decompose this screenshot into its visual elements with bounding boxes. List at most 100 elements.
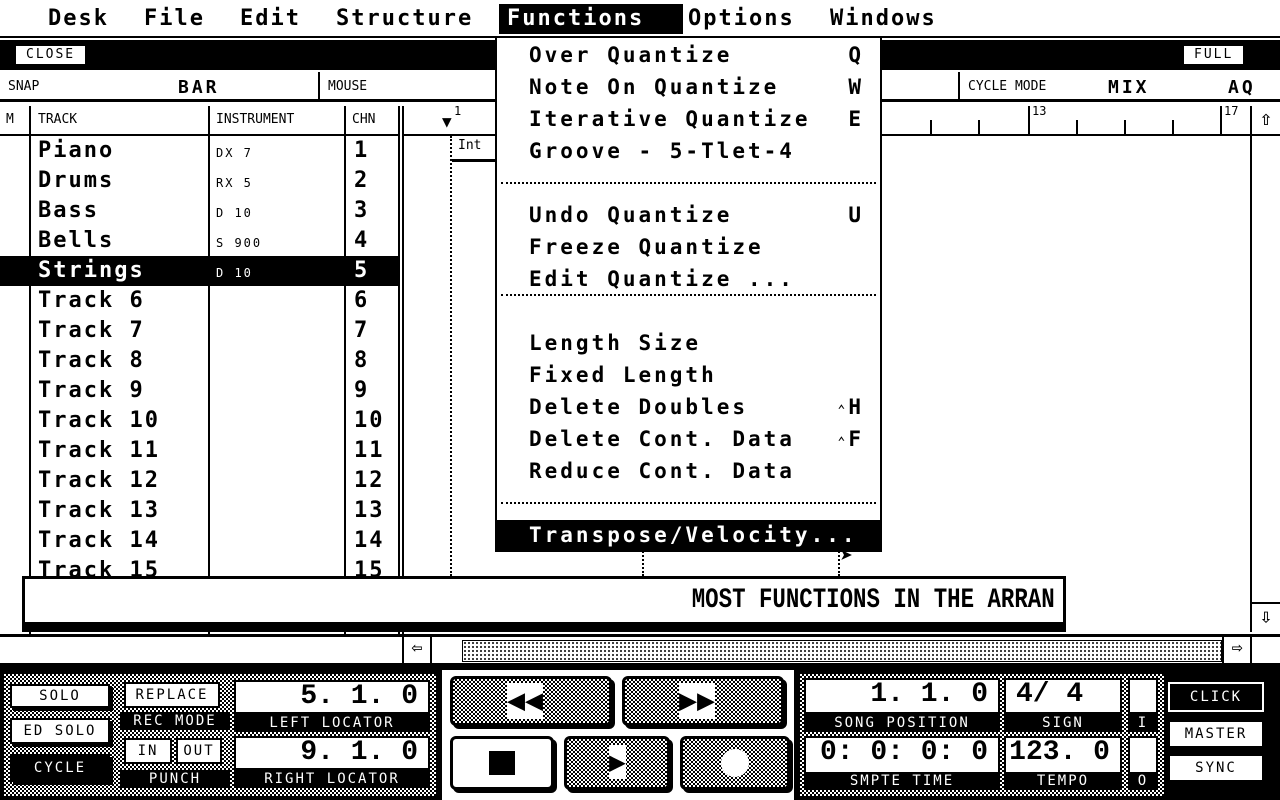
track-name: Track 13 [38,498,160,523]
control-icon: ⌃ [837,435,849,450]
menu-file[interactable]: File [136,4,213,34]
menu-structure[interactable]: Structure [328,4,481,34]
track-row[interactable]: Bells S 900 4 [0,226,400,256]
track-row[interactable]: Track 6 6 [0,286,400,316]
track-row[interactable]: Track 13 13 [0,496,400,526]
menu-windows[interactable]: Windows [822,4,945,34]
menu-item[interactable]: Length Size [497,328,880,358]
track-row[interactable]: Track 14 14 [0,526,400,556]
track-channel: 3 [354,198,370,223]
in-meter [1128,678,1158,714]
menu-item[interactable]: Fixed Length [497,360,880,390]
menu-separator [501,294,876,296]
solo-button[interactable]: SOLO [10,684,110,708]
punch-out-button[interactable]: OUT [176,738,222,764]
menu-item[interactable]: Undo Quantize U [497,200,880,230]
vertical-scrollbar[interactable]: ⇧ ⇩ [1250,106,1280,632]
track-row[interactable]: Strings D 10 5 [0,256,400,286]
out-indicator: O [1128,772,1158,790]
menu-item-label: Delete Doubles [529,395,749,419]
menu-item[interactable]: Transpose/Velocity... [497,520,880,550]
fast-forward-button[interactable]: ▶▶ [622,676,784,726]
master-button[interactable]: MASTER [1168,720,1264,748]
track-name: Track 7 [38,318,145,343]
sync-button[interactable]: SYNC [1168,754,1264,782]
menu-shortcut: H [848,395,864,419]
track-row[interactable]: Track 12 12 [0,466,400,496]
track-row[interactable]: Track 9 9 [0,376,400,406]
aq-toggle[interactable]: AQ [1228,77,1256,98]
play-button[interactable]: ▶ [564,736,670,790]
stop-button[interactable] [450,736,554,790]
menu-item-label: Over Quantize [529,43,733,67]
track-channel: 12 [354,468,385,493]
scroll-left-arrow-icon[interactable]: ⇦ [402,637,432,663]
right-locator-display[interactable]: 9. 1. 0 [234,736,430,770]
scroll-down-arrow-icon[interactable]: ⇩ [1252,602,1280,632]
punch-in-button[interactable]: IN [124,738,172,764]
snap-value[interactable]: BAR [178,77,220,98]
track-row[interactable]: Track 11 11 [0,436,400,466]
menu-shortcut: U [848,203,864,227]
menu-item[interactable]: Over Quantize Q [497,40,880,70]
record-button[interactable] [680,736,790,790]
left-locator-display[interactable]: 5. 1. 0 [234,680,430,714]
track-name: Track 6 [38,288,145,313]
menu-item[interactable]: Reduce Cont. Data [497,456,880,486]
track-row[interactable]: Track 10 10 [0,406,400,436]
track-row[interactable]: Track 8 8 [0,346,400,376]
full-button[interactable]: FULL [1184,46,1244,64]
song-position-pointer-icon[interactable]: ▼ [442,112,452,131]
menubar: Desk File Edit Structure Functions Optio… [0,0,1280,38]
menu-item[interactable]: Note On Quantize W [497,72,880,102]
ed-solo-button[interactable]: ED SOLO [10,718,110,744]
menu-item-label: Reduce Cont. Data [529,459,795,483]
track-row[interactable]: Track 7 7 [0,316,400,346]
menu-item[interactable]: Iterative Quantize E [497,104,880,134]
status-message-box: MOST FUNCTIONS IN THE ARRAN [22,576,1066,632]
track-instrument: S 900 [216,236,263,250]
menu-separator [501,182,876,184]
part-block[interactable]: Int [452,138,496,162]
close-button[interactable]: CLOSE [16,46,86,64]
menu-shortcut: Q [848,43,864,67]
menu-options[interactable]: Options [680,4,803,34]
smpte-time-display[interactable]: 0: 0: 0: 0 [804,736,1000,774]
track-name: Strings [38,258,145,283]
tempo-display[interactable]: 123. 0 [1004,736,1122,774]
track-row[interactable]: Track 15 15 [0,556,400,576]
out-meter [1128,736,1158,774]
menu-item[interactable]: Freeze Quantize [497,232,880,262]
rewind-button[interactable]: ◀◀ [450,676,612,726]
menu-functions[interactable]: Functions [499,4,683,34]
menu-item[interactable]: Delete Doubles ⌃H [497,392,880,422]
track-channel: 11 [354,438,385,463]
menu-item[interactable]: Groove - 5-Tlet-4 [497,136,880,166]
horizontal-scroll-thumb[interactable] [462,640,1222,662]
sign-display[interactable]: 4/ 4 [1004,678,1122,714]
menu-edit[interactable]: Edit [232,4,309,34]
track-row[interactable]: Piano DX 7 1 [0,136,400,166]
rec-mode-button[interactable]: REPLACE [124,682,220,708]
track-name: Piano [38,138,115,163]
menu-item[interactable]: Edit Quantize ... [497,264,880,294]
menu-desk[interactable]: Desk [40,4,117,34]
song-position-display[interactable]: 1. 1. 0 [804,678,1000,714]
rewind-icon: ◀◀ [507,683,544,719]
scroll-up-arrow-icon[interactable]: ⇧ [1252,106,1280,136]
sign-label: SIGN [1004,714,1122,732]
menu-item-label: Length Size [529,331,702,355]
cycle-button[interactable]: CYCLE [10,754,110,782]
header-track: TRACK [38,112,78,127]
track-channel: 2 [354,168,370,193]
menu-item[interactable]: Delete Cont. Data ⌃F [497,424,880,454]
scroll-right-arrow-icon[interactable]: ⇨ [1222,637,1252,663]
song-position-label: SONG POSITION [804,714,1000,732]
track-row[interactable]: Drums RX 5 2 [0,166,400,196]
cycle-mode-value[interactable]: MIX [1108,77,1150,98]
ruler-mark: 1 [454,104,462,118]
snap-label: SNAP [8,79,40,94]
click-button[interactable]: CLICK [1168,682,1264,712]
track-row[interactable]: Bass D 10 3 [0,196,400,226]
track-channel: 13 [354,498,385,523]
